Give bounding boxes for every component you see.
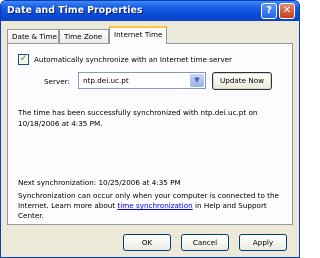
close-button[interactable]: ✕	[279, 3, 295, 19]
tab-label: Internet Time	[114, 30, 163, 39]
ok-button[interactable]: OK	[123, 234, 171, 251]
cancel-button[interactable]: Cancel	[181, 234, 229, 251]
apply-button[interactable]: Apply	[239, 234, 287, 251]
server-value[interactable]: ntp.dei.uc.pt	[83, 76, 129, 85]
next-sync-text: Next synchronization: 10/25/2006 at 4:35…	[18, 178, 181, 187]
update-now-button[interactable]: Update Now	[212, 72, 272, 90]
sync-status-message: The time has been successfully synchroni…	[18, 108, 258, 128]
help-button[interactable]: ?	[261, 3, 277, 19]
help-icon: ?	[266, 5, 272, 16]
tab-internet-time[interactable]: Internet Time	[109, 26, 167, 44]
dropdown-button[interactable]: ▼	[190, 74, 204, 87]
tab-label: Time Zone	[64, 32, 103, 41]
time-sync-help-link[interactable]: time synchronization	[117, 201, 192, 210]
auto-sync-checkbox[interactable]: ✓	[18, 54, 29, 65]
window-title: Date and Time Properties	[7, 5, 143, 16]
close-icon: ✕	[282, 5, 292, 16]
tab-label: Date & Time	[12, 32, 57, 41]
auto-sync-label[interactable]: Automatically synchronize with an Intern…	[34, 55, 232, 64]
date-time-properties-dialog: Date and Time Properties ? ✕ Date & Time…	[0, 0, 300, 258]
server-label: Server:	[44, 77, 70, 86]
internet-time-panel: ✓ Automatically synchronize with an Inte…	[7, 43, 293, 225]
sync-info-text: Synchronization can occur only when your…	[18, 191, 286, 221]
tab-time-zone[interactable]: Time Zone	[59, 29, 109, 43]
server-select[interactable]: ntp.dei.uc.pt ▼	[78, 72, 206, 89]
check-mark-icon: ✓	[19, 54, 28, 64]
title-bar[interactable]: Date and Time Properties ? ✕	[1, 1, 299, 21]
tab-date-and-time[interactable]: Date & Time	[7, 29, 59, 43]
chevron-down-icon: ▼	[194, 76, 200, 84]
